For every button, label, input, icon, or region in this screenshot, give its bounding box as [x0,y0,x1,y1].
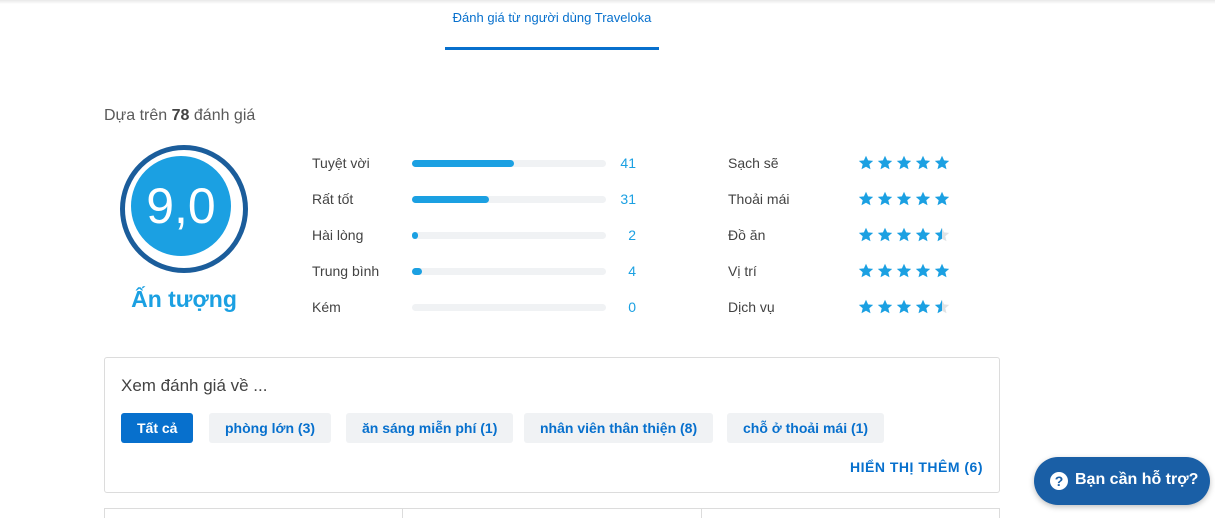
star-icon [915,227,931,242]
star-rating [858,155,950,171]
distribution-label: Tuyệt vời [312,155,370,171]
distribution-row: Kém 0 [312,297,642,317]
star-icon [915,299,931,314]
star-icon [915,191,931,206]
star-icon [915,155,931,170]
reviews-summary: Dựa trên 78 đánh giá [104,107,255,125]
star-rating [858,191,950,207]
category-row: Dịch vụ [728,297,968,317]
star-icon [877,227,893,242]
help-label: Bạn cần hỗ trợ? [1075,471,1199,488]
distribution-count: 0 [628,299,636,315]
star-icon [877,155,893,170]
distribution-track [412,304,606,311]
star-icon [877,263,893,278]
show-more-link[interactable]: HIỂN THỊ THÊM (6) [850,459,983,475]
distribution-label: Hài lòng [312,227,364,243]
star-icon [858,263,874,278]
category-label: Sạch sẽ [728,155,779,171]
score-value: 9,0 [129,154,233,258]
distribution-row: Tuyệt vời 41 [312,153,642,173]
question-circle-icon: ? [1050,472,1068,490]
distribution-track [412,196,606,203]
review-count: 78 [171,107,190,124]
category-row: Sạch sẽ [728,153,968,173]
distribution-count: 2 [628,227,636,243]
filter-chip[interactable]: chỗ ở thoải mái (1) [727,413,885,443]
help-button[interactable]: ? Bạn cần hỗ trợ? [1034,457,1210,505]
summary-prefix: Dựa trên [104,107,168,124]
distribution-label: Kém [312,299,341,315]
filter-chip[interactable]: nhân viên thân thiện (8) [524,413,714,443]
top-shadow [0,0,1215,4]
filter-chip[interactable]: ăn sáng miễn phí (1) [346,413,514,443]
star-icon [858,155,874,170]
distribution-bar [412,268,422,275]
distribution-track [412,160,606,167]
star-rating [858,263,950,279]
distribution-bar [412,232,418,239]
summary-suffix: đánh giá [193,107,256,124]
star-icon [934,299,950,314]
star-icon [896,155,912,170]
star-icon [858,191,874,206]
star-icon [934,227,950,242]
star-icon [934,263,950,278]
category-label: Đồ ăn [728,227,766,243]
review-filter-card: Xem đánh giá về ... Tất cả phòng lớn (3)… [104,357,1000,493]
distribution-row: Hài lòng 2 [312,225,642,245]
distribution-bar [412,196,489,203]
distribution-track [412,232,606,239]
star-icon [877,191,893,206]
category-row: Thoải mái [728,189,968,209]
star-icon [896,299,912,314]
star-rating [858,299,950,315]
star-icon [915,263,931,278]
filter-chip-all[interactable]: Tất cả [121,413,194,443]
category-label: Vị trí [728,263,757,279]
star-icon [896,263,912,278]
distribution-bar [412,160,514,167]
filter-chip[interactable]: phòng lớn (3) [209,413,332,443]
score-label: Ấn tượng [131,286,237,312]
distribution-row: Trung bình 4 [312,261,642,281]
category-row: Đồ ăn [728,225,968,245]
distribution-label: Trung bình [312,263,380,279]
distribution-row: Rất tốt 31 [312,189,642,209]
category-label: Thoải mái [728,191,790,207]
tab-traveloka-reviews[interactable]: Đánh giá từ người dùng Traveloka [445,10,659,50]
filter-title: Xem đánh giá về ... [121,376,268,395]
star-icon [896,191,912,206]
distribution-count: 41 [620,155,636,171]
distribution-count: 4 [628,263,636,279]
star-icon [934,191,950,206]
category-label: Dịch vụ [728,299,775,315]
category-row: Vị trí [728,261,968,281]
distribution-track [412,268,606,275]
overall-score-badge: 9,0 [120,145,248,273]
star-icon [858,227,874,242]
tab-active-underline [445,47,659,50]
star-icon [858,299,874,314]
star-icon [877,299,893,314]
star-icon [896,227,912,242]
tab-label: Đánh giá từ người dùng Traveloka [452,10,652,25]
distribution-label: Rất tốt [312,191,354,207]
star-rating [858,227,950,243]
distribution-count: 31 [620,191,636,207]
star-icon [934,155,950,170]
